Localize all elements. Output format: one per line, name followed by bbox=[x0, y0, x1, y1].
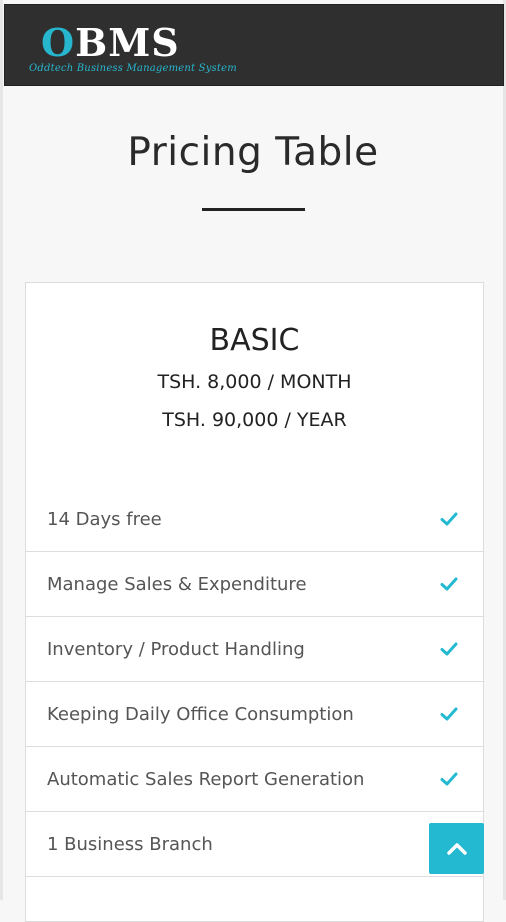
check-icon bbox=[440, 577, 458, 591]
logo-wordmark: OBMS bbox=[41, 23, 180, 63]
chevron-up-icon bbox=[446, 842, 467, 855]
obms-logo[interactable]: OBMS Oddtech Business Management System bbox=[27, 19, 237, 81]
feature-row: Manage Sales & Expenditure bbox=[26, 552, 483, 617]
check-icon bbox=[440, 512, 458, 526]
feature-label: Automatic Sales Report Generation bbox=[47, 769, 365, 790]
logo-tagline: Oddtech Business Management System bbox=[29, 63, 237, 74]
feature-row: 14 Days free bbox=[26, 487, 483, 552]
feature-label: 1 Business Branch bbox=[47, 834, 213, 855]
check-icon bbox=[440, 707, 458, 721]
feature-label: 14 Days free bbox=[47, 509, 162, 530]
feature-row: Keeping Daily Office Consumption bbox=[26, 682, 483, 747]
plan-name: BASIC bbox=[209, 323, 300, 358]
feature-row: Automatic Sales Report Generation bbox=[26, 747, 483, 812]
scroll-to-top-button[interactable] bbox=[429, 823, 484, 874]
logo-letters: BMS bbox=[75, 20, 180, 65]
logo-letter-o: O bbox=[41, 20, 76, 65]
feature-row: 1 Business Branch bbox=[26, 812, 483, 877]
feature-label: Keeping Daily Office Consumption bbox=[47, 704, 354, 725]
price-monthly: TSH. 8,000 / MONTH bbox=[157, 371, 352, 393]
feature-row: Inventory / Product Handling bbox=[26, 617, 483, 682]
feature-label: Inventory / Product Handling bbox=[47, 639, 305, 660]
title-divider bbox=[202, 208, 305, 211]
pricing-card: BASIC TSH. 8,000 / MONTH TSH. 90,000 / Y… bbox=[25, 282, 484, 922]
page-title: Pricing Table bbox=[127, 130, 379, 175]
check-icon bbox=[440, 772, 458, 786]
site-header: OBMS Oddtech Business Management System bbox=[4, 4, 504, 86]
price-yearly: TSH. 90,000 / YEAR bbox=[162, 409, 347, 431]
feature-label: Manage Sales & Expenditure bbox=[47, 574, 307, 595]
check-icon bbox=[440, 642, 458, 656]
